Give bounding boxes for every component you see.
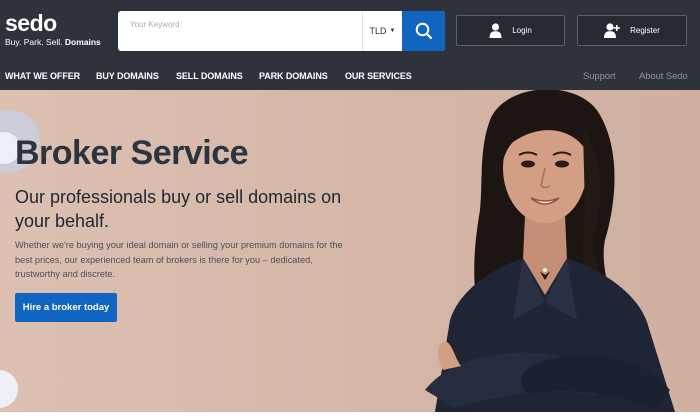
- logo-wordmark: sedo: [5, 10, 57, 36]
- login-label: Login: [512, 26, 532, 35]
- nav-buy-domains[interactable]: BUY DOMAINS: [96, 71, 159, 81]
- user-add-icon: [604, 23, 620, 38]
- logo-tagline: Buy. Park. Sell. Domains: [5, 37, 101, 47]
- logo-tagline-bold: Domains: [64, 37, 101, 47]
- caret-down-icon: ▼: [389, 28, 396, 34]
- sedo-logo[interactable]: sedo Buy. Park. Sell. Domains: [5, 10, 101, 48]
- tld-dropdown[interactable]: TLD ▼: [362, 11, 402, 51]
- hero-title: Broker Service: [15, 134, 249, 172]
- login-button[interactable]: Login: [456, 15, 565, 46]
- logo-tagline-text: Buy. Park. Sell.: [5, 37, 63, 47]
- hero-description: Whether we're buying your ideal domain o…: [15, 240, 343, 279]
- page-bottom-strip: [0, 412, 700, 420]
- nav-about-sedo[interactable]: About Sedo: [639, 71, 688, 82]
- tld-label: TLD: [369, 26, 387, 36]
- user-icon: [489, 23, 502, 38]
- nav-our-services[interactable]: OUR SERVICES: [345, 71, 412, 81]
- nav-park-domains[interactable]: PARK DOMAINS: [259, 71, 328, 81]
- keyword-search-input[interactable]: [118, 11, 362, 51]
- site-header: sedo Buy. Park. Sell. Domains TLD ▼ Logi…: [0, 0, 700, 90]
- hire-broker-button[interactable]: Hire a broker today: [15, 293, 117, 322]
- search-button[interactable]: [402, 11, 445, 51]
- main-navigation: WHAT WE OFFER BUY DOMAINS SELL DOMAINS P…: [0, 68, 700, 86]
- domain-search-bar: TLD ▼: [118, 11, 445, 51]
- hero-subtitle: Our professionals buy or sell domains on…: [15, 187, 342, 231]
- search-icon: [415, 22, 432, 40]
- nav-sell-domains[interactable]: SELL DOMAINS: [176, 71, 243, 81]
- nav-support[interactable]: Support: [583, 71, 616, 82]
- nav-what-we-offer[interactable]: WHAT WE OFFER: [5, 71, 80, 81]
- broker-portrait-image: [425, 90, 675, 412]
- register-button[interactable]: Register: [577, 15, 687, 46]
- broker-hero-banner: Broker Service Our professionals buy or …: [0, 90, 700, 412]
- register-label: Register: [630, 26, 660, 35]
